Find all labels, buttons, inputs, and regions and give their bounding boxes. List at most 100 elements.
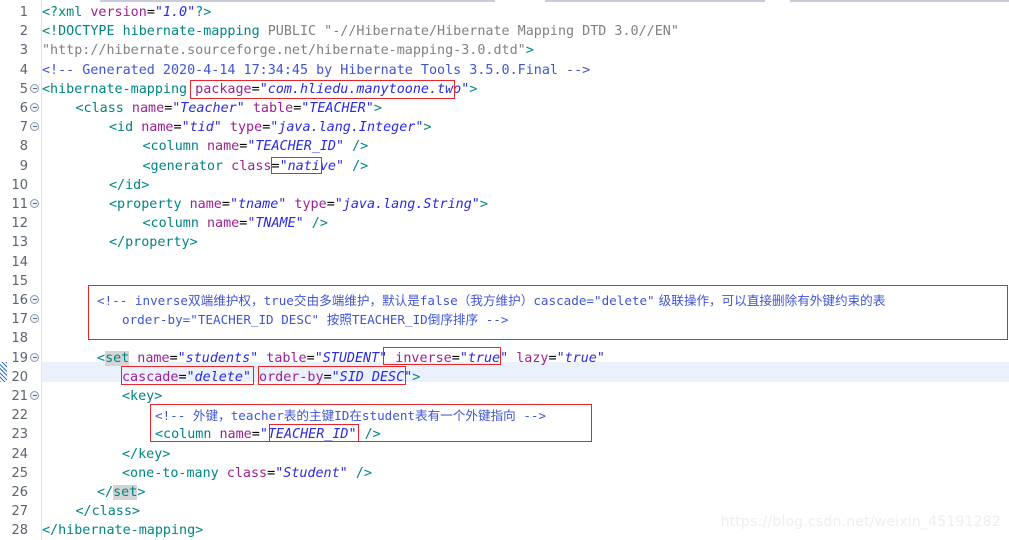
line-number: 4 <box>19 62 28 78</box>
id-end-tag: </id> <box>109 177 150 193</box>
id-type-value: "java.lang.Integer" <box>270 120 424 136</box>
inverse-attr: inverse <box>387 350 452 366</box>
equals: = <box>326 197 335 212</box>
name-attr: name <box>181 197 222 212</box>
equals: = <box>178 369 187 385</box>
line-number: 28 <box>11 523 28 539</box>
class-name-value: "Teacher" <box>172 101 245 116</box>
class-attr: class <box>218 465 268 481</box>
column-tag: <column <box>142 216 199 232</box>
code-line-23[interactable]: <column name="TEACHER_ID" /> <box>42 425 1009 444</box>
equals: = <box>251 81 260 97</box>
xml-source-editor[interactable]: 1 2 3 4 5 6 7 8 9 10 11 12 13 14 15 16 1… <box>0 0 1009 540</box>
name-attr: name <box>198 139 240 155</box>
fk-comment-cjk-3: 在 <box>349 408 362 424</box>
class-attr: class <box>223 158 272 174</box>
line-number: 23 <box>11 427 28 443</box>
code-line-9[interactable]: <generator class="native" /> <box>42 157 1009 176</box>
equals: = <box>267 465 276 481</box>
hibernate-mapping-end-tag: </hibernate-mapping> <box>42 523 204 539</box>
line-number: 18 <box>11 331 28 347</box>
code-line-25[interactable]: <one-to-many class="Student" /> <box>42 464 1009 483</box>
line-number: 1 <box>19 5 28 20</box>
code-line-18[interactable] <box>42 329 1009 348</box>
inverse-comment-cjk-2: 交由多端维护，默认是 <box>293 293 420 308</box>
orderby-comment-lat-1: order-by="TEACHER_ID DESC" <box>122 312 327 328</box>
tag-close: > <box>373 101 382 116</box>
code-line-22[interactable]: <!-- 外键，teacher表的主键ID在student表有一个外键指向 --… <box>42 406 1009 425</box>
equals: = <box>221 197 230 212</box>
code-line-11[interactable]: <property name="tname" type="java.lang.S… <box>42 195 1009 214</box>
id-tag: <id <box>109 120 134 136</box>
set-tag-name: set <box>105 350 130 366</box>
class-tag: <class <box>75 101 124 116</box>
code-line-21[interactable]: <key> <box>42 387 1009 406</box>
name-attr: name <box>211 427 252 443</box>
inverse-comment-true: true <box>263 293 294 308</box>
code-line-2[interactable]: <!DOCTYPE hibernate-mapping PUBLIC "-//H… <box>42 22 1009 41</box>
code-line-8[interactable]: <column name="TEACHER_ID" /> <box>42 137 1009 156</box>
code-line-5[interactable]: <hibernate-mapping package="com.hliedu.m… <box>42 80 1009 99</box>
table-attr: table <box>258 350 307 366</box>
collapse-fold-icon[interactable] <box>30 352 39 362</box>
line-number: 25 <box>11 465 28 481</box>
xml-decl-open: <?xml <box>42 5 83 20</box>
fk-comment-open: <!-- <box>155 408 193 424</box>
line-number: 27 <box>11 504 28 520</box>
line-number-gutter[interactable]: 1 2 3 4 5 6 7 8 9 10 11 12 13 14 15 16 1… <box>0 0 41 540</box>
fk-comment-id: ID <box>334 408 350 424</box>
column-tag: <column <box>155 427 212 443</box>
name-attr: name <box>198 216 240 232</box>
equals: = <box>323 369 332 385</box>
generator-class-value: "native" <box>279 158 345 174</box>
code-line-12[interactable]: <column name="TNAME" /> <box>42 214 1009 233</box>
collapse-fold-icon[interactable] <box>30 84 39 93</box>
line-number: 26 <box>11 485 28 500</box>
code-line-7[interactable]: <id name="tid" type="java.lang.Integer"> <box>42 118 1009 137</box>
line-number: 14 <box>11 254 28 270</box>
cursor-line-marker <box>0 362 7 382</box>
code-line-10[interactable]: </id> <box>42 176 1009 195</box>
code-line-14[interactable] <box>42 253 1009 272</box>
package-attr-value: "com.hliedu.manytoone.two" <box>259 81 470 97</box>
name-attr: name <box>133 120 174 136</box>
code-line-19[interactable]: <set name="students" table="STUDENT" inv… <box>42 349 1009 368</box>
line-number: 15 <box>11 273 28 289</box>
orderby-comment-cjk-1: 按照 <box>326 312 352 328</box>
doctype-system-id: "http://hibernate.sourceforge.net/hibern… <box>42 43 526 59</box>
code-line-13[interactable]: </property> <box>42 233 1009 252</box>
code-line-16[interactable]: <!-- inverse双端维护权，true交由多端维护，默认是false（我方… <box>42 291 1009 310</box>
code-content[interactable]: <?xml version="1.0"?> <!DOCTYPE hibernat… <box>42 0 1009 540</box>
code-line-4[interactable]: <!-- Generated 2020-4-14 17:34:45 by Hib… <box>42 61 1009 80</box>
line-number: 2 <box>19 24 28 40</box>
inverse-value: "true" <box>459 350 509 366</box>
line-number: 8 <box>19 139 28 155</box>
set-end-name: set <box>113 485 138 500</box>
code-line-24[interactable]: </key> <box>42 445 1009 464</box>
doctype-close: > <box>525 43 534 59</box>
class-end-tag: </class> <box>75 504 141 520</box>
xml-decl-value: "1.0" <box>154 5 196 20</box>
cascade-value: "delete" <box>186 369 252 385</box>
code-line-3[interactable]: "http://hibernate.sourceforge.net/hibern… <box>42 41 1009 60</box>
fk-comment-cjk-1: 外键， <box>192 408 231 424</box>
code-line-20[interactable]: cascade="delete" order-by="SID DESC"> <box>42 368 1009 387</box>
set-name-value: "students" <box>177 350 259 366</box>
one-to-many-tag: <one-to-many <box>122 465 219 481</box>
code-line-6[interactable]: <class name="Teacher" table="TEACHER"> <box>42 99 1009 118</box>
code-line-17[interactable]: order-by="TEACHER_ID DESC" 按照TEACHER_ID倒… <box>42 310 1009 329</box>
equals: = <box>146 5 155 20</box>
code-line-26[interactable]: </set> <box>42 483 1009 502</box>
self-close: /> <box>356 427 381 443</box>
line-number: 22 <box>11 408 28 424</box>
orderby-comment-close: --> <box>478 312 509 328</box>
code-line-15[interactable] <box>42 272 1009 291</box>
self-close: /> <box>344 158 369 174</box>
self-close: /> <box>344 139 369 155</box>
doctype-name: hibernate-mapping <box>114 24 268 40</box>
tag-close: > <box>423 120 432 136</box>
package-attr-name: package <box>187 81 252 97</box>
code-line-1[interactable]: <?xml version="1.0"?> <box>42 3 1009 22</box>
watermark-text: https://blog.csdn.net/weixin_45191282 <box>720 514 1001 530</box>
set-end-close: > <box>137 485 146 500</box>
